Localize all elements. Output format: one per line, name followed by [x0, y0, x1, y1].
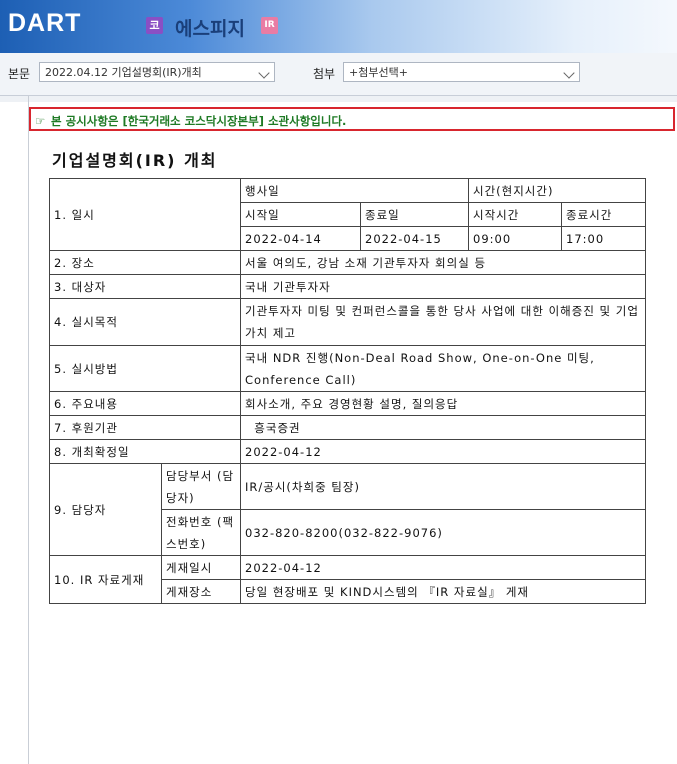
table-row: 4. 실시목적 기관투자자 미팅 및 컨퍼런스콜을 통한 당사 사업에 대한 이… — [49, 298, 646, 346]
attach-select[interactable]: +첨부선택+ — [343, 62, 580, 82]
row-label: 2. 장소 — [49, 250, 241, 275]
row-label: 5. 실시방법 — [49, 345, 241, 392]
dept-value: IR/공시(차희중 팀장) — [240, 463, 646, 510]
tel-value: 032-820-8200(032-822-9076) — [240, 509, 646, 556]
event-date-header: 행사일 — [240, 178, 469, 203]
row-label: 1. 일시 — [49, 178, 241, 251]
table-row: 8. 개최확정일 2022-04-12 — [49, 439, 646, 464]
kosdaq-badge: 코 — [146, 17, 163, 34]
start-date-header: 시작일 — [240, 202, 361, 227]
end-time-header: 종료시간 — [561, 202, 646, 227]
chevron-down-icon — [258, 67, 270, 79]
time-header: 시간(현지시간) — [468, 178, 646, 203]
chevron-down-icon — [563, 67, 575, 79]
table-row: 1. 일시 행사일 시간(현지시간) — [49, 178, 646, 251]
row-value: 흥국증권 — [240, 415, 646, 440]
top-header: DART 코 에스피지 IR — [0, 0, 677, 53]
row-value: 서울 여의도, 강남 소재 기관투자자 회의실 등 — [240, 250, 646, 275]
attach-select-value: +첨부선택+ — [349, 66, 408, 79]
start-date: 2022-04-14 — [240, 226, 361, 251]
row-label: 3. 대상자 — [49, 274, 241, 299]
row-value: 국내 NDR 진행(Non-Deal Road Show, One-on-One… — [240, 345, 646, 392]
company-name: 에스피지 — [175, 18, 245, 40]
body-label: 본문 — [8, 67, 31, 81]
row-value: 2022-04-12 — [240, 439, 646, 464]
dart-logo[interactable]: DART — [8, 8, 81, 38]
table-row: 6. 주요내용 회사소개, 주요 경영현황 설명, 질의응답 — [49, 391, 646, 416]
logo-text: DART — [8, 8, 82, 37]
row-label: 9. 담당자 — [49, 463, 162, 556]
end-time: 17:00 — [561, 226, 646, 251]
post-date-header: 게재일시 — [161, 555, 241, 580]
jurisdiction-notice: ☞ 본 공시사항은 [한국거래소 코스닥시장본부] 소관사항입니다. — [29, 107, 675, 131]
row-label: 6. 주요내용 — [49, 391, 241, 416]
row-value: 회사소개, 주요 경영현황 설명, 질의응답 — [240, 391, 646, 416]
table-row: 9. 담당자 담당부서 (담당자) IR/공시(차희중 팀장) — [49, 463, 646, 556]
row-label: 7. 후원기관 — [49, 415, 241, 440]
notice-text: 본 공시사항은 [한국거래소 코스닥시장본부] 소관사항입니다. — [51, 114, 347, 128]
row-value: 기관투자자 미팅 및 컨퍼런스콜을 통한 당사 사업에 대한 이해증진 및 기업… — [240, 298, 646, 346]
post-place-value: 당일 현장배포 및 KIND시스템의 『IR 자료실』 게재 — [240, 579, 646, 604]
body-select-value: 2022.04.12 기업설명회(IR)개최 — [45, 66, 202, 79]
document-title: 기업설명회(IR) 개최 — [52, 151, 218, 170]
post-place-header: 게재장소 — [161, 579, 241, 604]
dept-header: 담당부서 (담당자) — [161, 463, 241, 510]
end-date: 2022-04-15 — [360, 226, 469, 251]
ir-badge: IR — [261, 17, 278, 34]
table-row: 10. IR 자료게재 게재일시 2022-04-12 — [49, 555, 646, 604]
table-row: 7. 후원기관 흥국증권 — [49, 415, 646, 440]
table-row: 5. 실시방법 국내 NDR 진행(Non-Deal Road Show, On… — [49, 345, 646, 392]
table-row: 3. 대상자 국내 기관투자자 — [49, 274, 646, 299]
row-label: 10. IR 자료게재 — [49, 555, 162, 604]
attach-label: 첨부 — [313, 67, 336, 81]
end-date-header: 종료일 — [360, 202, 469, 227]
ir-disclosure-table: 1. 일시 행사일 시간(현지시간) 시작일 종료일 시작시간 종료시간 202… — [49, 178, 646, 604]
frame-top — [0, 96, 677, 102]
row-label: 4. 실시목적 — [49, 298, 241, 346]
frame-divider — [28, 96, 29, 764]
document-selector-bar: 본문 2022.04.12 기업설명회(IR)개최 첨부 +첨부선택+ — [0, 53, 677, 96]
hand-pointer-icon: ☞ — [35, 114, 46, 128]
row-value: 국내 기관투자자 — [240, 274, 646, 299]
body-select[interactable]: 2022.04.12 기업설명회(IR)개최 — [39, 62, 275, 82]
table-row: 2. 장소 서울 여의도, 강남 소재 기관투자자 회의실 등 — [49, 250, 646, 275]
start-time-header: 시작시간 — [468, 202, 562, 227]
post-date-value: 2022-04-12 — [240, 555, 646, 580]
tel-header: 전화번호 (팩스번호) — [161, 509, 241, 556]
row-label: 8. 개최확정일 — [49, 439, 241, 464]
start-time: 09:00 — [468, 226, 562, 251]
